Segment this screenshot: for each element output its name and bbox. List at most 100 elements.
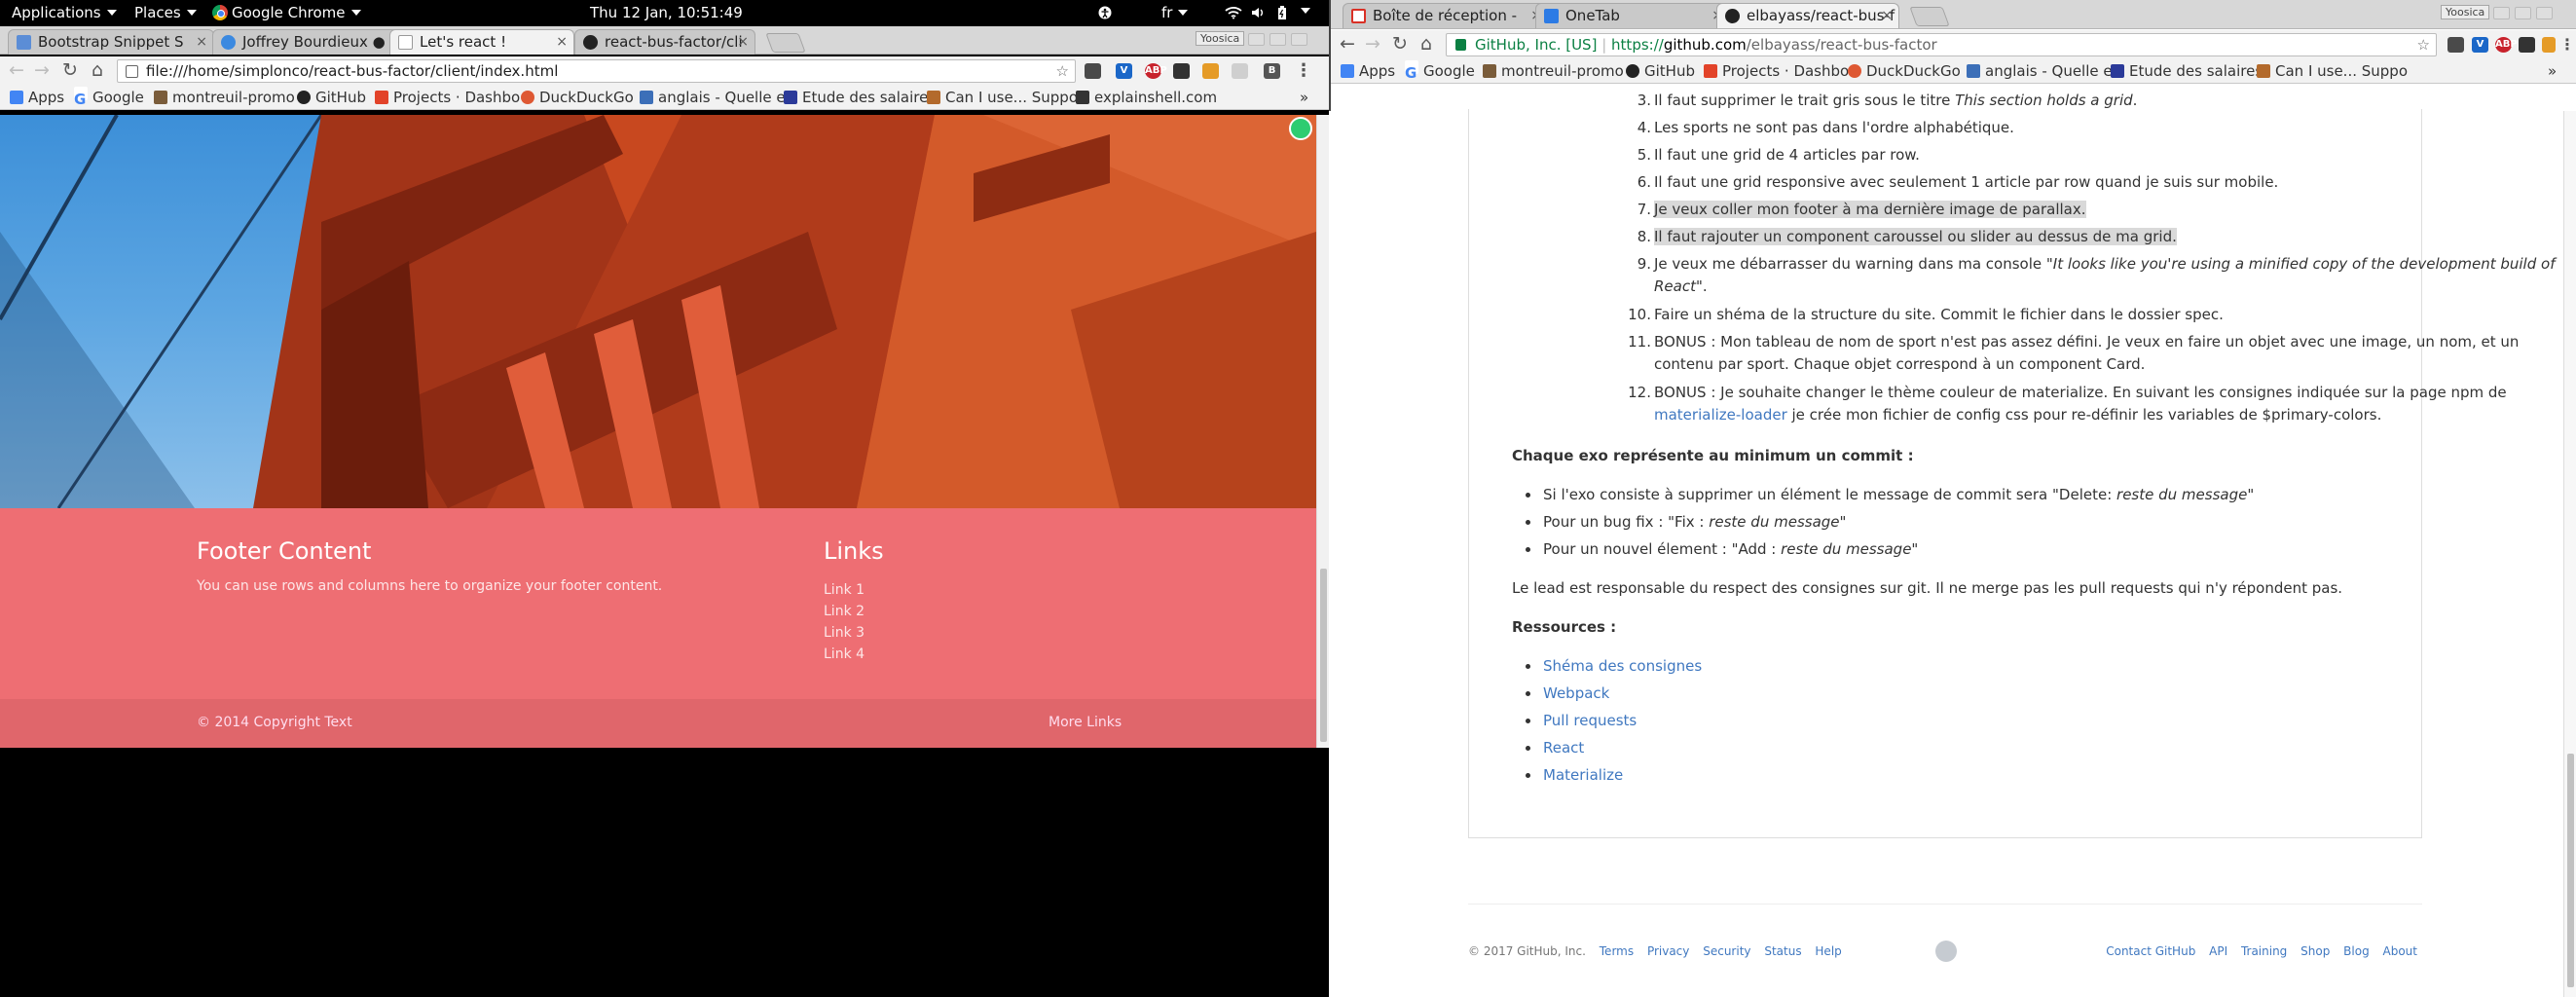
footer-link-terms[interactable]: Terms: [1600, 944, 1634, 958]
reload-icon[interactable]: ↻: [1389, 33, 1411, 55]
footer-link[interactable]: Link 2: [824, 601, 865, 622]
footer-link-privacy[interactable]: Privacy: [1647, 944, 1689, 958]
star-icon[interactable]: ☆: [1056, 60, 1069, 82]
bookmark-etude[interactable]: Etude des salaires: [2111, 58, 2263, 83]
resource-link[interactable]: React: [1525, 737, 1584, 759]
bookmark-caniuse[interactable]: Can I use... Suppo: [927, 85, 1078, 109]
close-icon[interactable]: ×: [737, 30, 749, 54]
tab-react-bus-factor[interactable]: react-bus-factor/cli ×: [574, 29, 755, 55]
footer-link-status[interactable]: Status: [1764, 944, 1801, 958]
address-bar[interactable]: GitHub, Inc. [US] | https://github.com/e…: [1446, 33, 2437, 56]
scrollbar-thumb[interactable]: [2567, 754, 2574, 987]
bookmark-anglais[interactable]: anglais - Quelle e: [640, 85, 786, 109]
tab-elbayass-repo[interactable]: elbayass/react-bus-f ×: [1716, 3, 1899, 28]
minimize-button[interactable]: [2493, 7, 2510, 19]
tab-lets-react[interactable]: Let's react ! ×: [389, 29, 574, 55]
close-icon[interactable]: ×: [556, 30, 568, 54]
extension-icon[interactable]: [2447, 37, 2464, 53]
pocket-icon[interactable]: [1173, 63, 1190, 79]
maximize-button[interactable]: [1270, 33, 1286, 46]
close-icon[interactable]: ×: [196, 30, 207, 54]
bookmarks-overflow-button[interactable]: »: [2548, 58, 2557, 83]
tab-joffrey[interactable]: Joffrey Bourdieux ●×: [212, 29, 419, 55]
reload-icon[interactable]: ↻: [59, 59, 81, 81]
bookmark-projects[interactable]: Projects · Dashbo: [1704, 58, 1849, 83]
bookmark-montreuil[interactable]: montreuil-promo: [154, 85, 295, 109]
close-window-button[interactable]: [2536, 7, 2553, 19]
footer-link-shop[interactable]: Shop: [2300, 944, 2330, 958]
bookmark-label: anglais - Quelle e: [658, 89, 786, 106]
github-octocat-icon[interactable]: [1935, 941, 1957, 962]
footer-copyright-bar: © 2014 Copyright Text More Links: [0, 699, 1316, 748]
extension-icon[interactable]: B: [1264, 63, 1280, 79]
footer-link-api[interactable]: API: [2209, 944, 2227, 958]
adblock-icon[interactable]: ABP: [1145, 63, 1167, 79]
footer-link-help[interactable]: Help: [1815, 944, 1841, 958]
profile-badge[interactable]: Yoosica: [1196, 31, 1245, 46]
footer-link[interactable]: Link 1: [824, 579, 865, 601]
footer-link-training[interactable]: Training: [2241, 944, 2287, 958]
tab-bootstrap-snippet[interactable]: Bootstrap Snippet S ×: [8, 29, 214, 55]
bookmark-google[interactable]: G Google: [74, 85, 144, 109]
materialize-loader-link[interactable]: materialize-loader: [1654, 406, 1787, 424]
footer-link[interactable]: Link 3: [824, 622, 865, 644]
pocket-icon[interactable]: [2519, 37, 2535, 53]
bookmark-duckduckgo[interactable]: DuckDuckGo: [1848, 58, 1961, 83]
vimeo-extension-icon[interactable]: V: [1116, 63, 1132, 79]
resource-link[interactable]: Pull requests: [1525, 710, 1637, 732]
maximize-button[interactable]: [2515, 7, 2531, 19]
new-tab-button[interactable]: [765, 33, 806, 53]
close-window-button[interactable]: [1291, 33, 1307, 46]
bookmark-apps[interactable]: Apps: [10, 85, 64, 109]
home-icon[interactable]: ⌂: [87, 59, 108, 81]
extension-icon[interactable]: [1232, 63, 1248, 79]
bookmark-github[interactable]: GitHub: [1626, 58, 1695, 83]
extension-icon[interactable]: [2542, 37, 2556, 53]
footer-link[interactable]: Link 4: [824, 644, 865, 665]
address-bar[interactable]: file:///home/simplonco/react-bus-factor/…: [117, 59, 1076, 83]
bookmark-anglais[interactable]: anglais - Quelle e: [1967, 58, 2113, 83]
bookmark-etude[interactable]: Etude des salaires: [784, 85, 936, 109]
footer-link-security[interactable]: Security: [1703, 944, 1750, 958]
forward-arrow-icon[interactable]: →: [31, 59, 53, 81]
menu-icon[interactable]: ⋮: [2559, 37, 2575, 53]
new-tab-button[interactable]: [1909, 7, 1950, 26]
footer-link-about[interactable]: About: [2383, 944, 2417, 958]
resource-link[interactable]: Webpack: [1525, 683, 1609, 705]
forward-arrow-icon[interactable]: →: [1362, 33, 1383, 55]
bookmark-projects[interactable]: Projects · Dashbo: [375, 85, 520, 109]
extension-icon[interactable]: [1085, 63, 1101, 79]
resource-link[interactable]: Shéma des consignes: [1525, 655, 1702, 678]
bookmark-apps[interactable]: Apps: [1341, 58, 1395, 83]
scrollbar[interactable]: [2563, 111, 2576, 997]
bookmark-montreuil[interactable]: montreuil-promo: [1483, 58, 1624, 83]
bookmark-caniuse[interactable]: Can I use... Suppo: [2257, 58, 2408, 83]
footer-link-blog[interactable]: Blog: [2343, 944, 2370, 958]
bookmark-github[interactable]: GitHub: [297, 85, 366, 109]
bookmarks-overflow-button[interactable]: »: [1300, 85, 1308, 109]
vimeo-extension-icon[interactable]: V: [2472, 37, 2488, 53]
more-links-link[interactable]: More Links: [1049, 715, 1122, 730]
github-footer-left: © 2017 GitHub, Inc. Terms Privacy Securi…: [1468, 944, 1842, 958]
scrollbar[interactable]: [1316, 115, 1329, 748]
adblock-icon[interactable]: ABP: [2495, 37, 2518, 53]
resource-link[interactable]: Materialize: [1525, 764, 1623, 787]
profile-badge[interactable]: Yoosica: [2441, 5, 2490, 19]
close-icon[interactable]: ×: [1881, 4, 1893, 27]
home-icon[interactable]: ⌂: [1416, 33, 1437, 55]
bookmark-google[interactable]: G Google: [1405, 58, 1475, 83]
menu-icon[interactable]: ⋮: [1295, 62, 1312, 80]
bookmark-explainshell[interactable]: explainshell.com: [1076, 85, 1217, 109]
menu-fab-icon[interactable]: [1289, 117, 1312, 140]
star-icon[interactable]: ☆: [2417, 34, 2430, 55]
scrollbar-thumb[interactable]: [1320, 569, 1327, 742]
back-arrow-icon[interactable]: ←: [1337, 33, 1358, 55]
footer-link-contact[interactable]: Contact GitHub: [2106, 944, 2195, 958]
tab-gmail[interactable]: Boîte de réception -×: [1343, 3, 1549, 28]
bookmark-duckduckgo[interactable]: DuckDuckGo: [521, 85, 634, 109]
extension-icon[interactable]: [1202, 63, 1219, 79]
minimize-button[interactable]: [1248, 33, 1265, 46]
back-arrow-icon[interactable]: ←: [6, 59, 27, 81]
item-number: 12.: [1628, 384, 1651, 401]
tab-onetab[interactable]: OneTab×: [1535, 3, 1730, 28]
